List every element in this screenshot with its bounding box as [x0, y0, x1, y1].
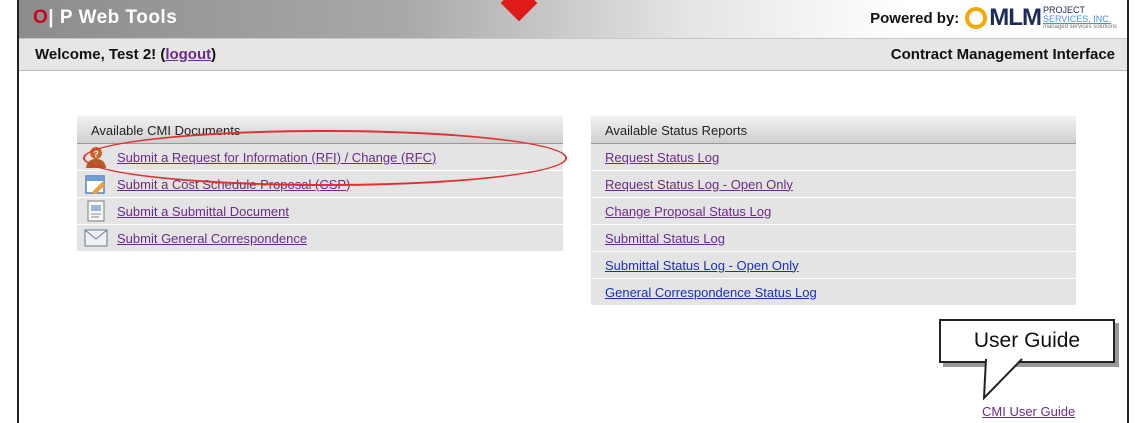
user-guide-callout: User Guide: [939, 319, 1115, 363]
report-row: Request Status Log: [591, 144, 1076, 171]
submit-submittal-link[interactable]: Submit a Submittal Document: [117, 204, 289, 219]
request-status-log-open-link[interactable]: Request Status Log - Open Only: [605, 177, 793, 192]
callout-tail-icon: [982, 358, 1023, 401]
company-logo-line3: managed services solutions: [1042, 24, 1117, 30]
logo-mark: O: [33, 7, 49, 28]
document-icon: [83, 200, 109, 222]
powered-by-label: Powered by:: [870, 9, 960, 27]
highlight-ellipse: [83, 130, 567, 186]
reports-panel: Available Status Reports Request Status …: [591, 116, 1076, 306]
report-row: Change Proposal Status Log: [591, 198, 1076, 225]
top-bar: O| P Web Tools Powered by: MLM PROJECT S…: [19, 0, 1127, 38]
powered-by: Powered by: MLM PROJECT SERVICES, INC. m…: [870, 6, 1117, 31]
request-status-log-link[interactable]: Request Status Log: [605, 150, 719, 165]
company-logo: MLM PROJECT SERVICES, INC. managed servi…: [965, 6, 1117, 30]
sub-header: Welcome, Test 2! (logout) Contract Manag…: [19, 38, 1127, 71]
report-row: General Correspondence Status Log: [591, 279, 1076, 306]
report-row: Submittal Status Log: [591, 225, 1076, 252]
app-frame: O| P Web Tools Powered by: MLM PROJECT S…: [17, 0, 1129, 423]
envelope-icon: [83, 227, 109, 249]
interface-title: Contract Management Interface: [890, 46, 1115, 63]
cmi-user-guide-link[interactable]: CMI User Guide: [982, 404, 1075, 419]
document-row-correspondence: Submit General Correspondence: [77, 225, 563, 252]
change-proposal-status-log-link[interactable]: Change Proposal Status Log: [605, 204, 771, 219]
red-pointer-marker: [500, 0, 538, 22]
document-row-submittal: Submit a Submittal Document: [77, 198, 563, 225]
logo-ring-icon: [965, 7, 988, 29]
calendar-edit-icon: [83, 173, 109, 195]
company-logo-mark: MLM: [989, 4, 1042, 31]
welcome-suffix: ): [211, 46, 217, 63]
general-correspondence-status-log-link[interactable]: General Correspondence Status Log: [605, 285, 817, 300]
submittal-status-log-open-link[interactable]: Submittal Status Log - Open Only: [605, 258, 799, 273]
app-logo: O| P Web Tools: [33, 7, 177, 29]
submit-correspondence-link[interactable]: Submit General Correspondence: [117, 231, 307, 246]
report-row: Request Status Log - Open Only: [591, 171, 1076, 198]
logo-text: | P Web Tools: [48, 7, 178, 28]
welcome-message: Welcome, Test 2! (logout): [35, 46, 216, 63]
report-row: Submittal Status Log - Open Only: [591, 252, 1076, 279]
reports-panel-title: Available Status Reports: [591, 116, 1076, 144]
company-logo-line2: SERVICES, INC.: [1042, 14, 1112, 24]
logout-link[interactable]: logout: [165, 46, 211, 63]
submittal-status-log-link[interactable]: Submittal Status Log: [605, 231, 725, 246]
welcome-text: Welcome, Test 2! (: [35, 46, 166, 63]
